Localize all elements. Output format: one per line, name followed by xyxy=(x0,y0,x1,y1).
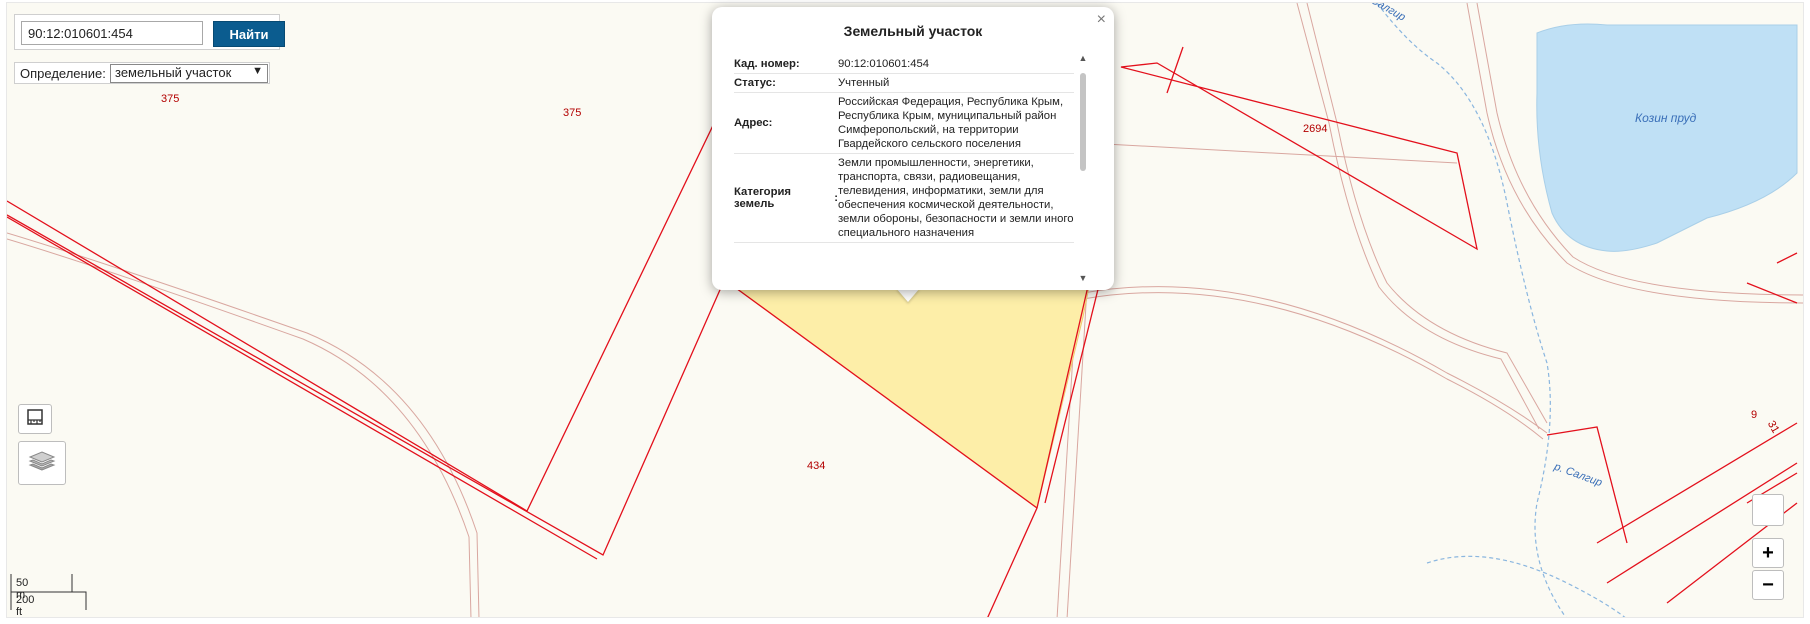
definition-selected-value: земельный участок xyxy=(115,65,232,80)
info-row: Адрес: Российская Федерация, Республика … xyxy=(734,93,1074,154)
info-key: Категория земель: xyxy=(734,186,838,210)
parcel-number-label: 9 xyxy=(1751,409,1758,421)
zoom-out-button[interactable]: − xyxy=(1752,570,1784,600)
cadastral-boundary xyxy=(1546,426,1628,544)
cadastral-boundary xyxy=(7,214,724,556)
road-line xyxy=(1296,3,1540,430)
info-key: Адрес: xyxy=(734,117,773,129)
info-value: Российская Федерация, Республика Крым, Р… xyxy=(838,96,1064,150)
ruler-button[interactable] xyxy=(18,404,52,434)
river-line xyxy=(1426,555,1626,617)
close-icon[interactable]: × xyxy=(1097,11,1106,29)
info-row: Категория земель: Земли промышленности, … xyxy=(734,154,1074,243)
popup-pointer xyxy=(896,288,920,302)
find-button[interactable]: Найти xyxy=(213,21,285,47)
cadastral-boundary xyxy=(1746,282,1798,304)
cadastral-boundary xyxy=(7,112,720,512)
info-key: Кад. номер: xyxy=(734,58,800,70)
popup-content[interactable]: Кад. номер: 90:12:010601:454 Статус: Учт… xyxy=(734,55,1074,277)
info-key: Статус: xyxy=(734,77,776,89)
definition-select[interactable]: земельный участок ▼ xyxy=(110,64,268,83)
cadastral-boundary xyxy=(1120,62,1478,251)
parcel-number-label: 434 xyxy=(807,460,826,472)
parcel-info-popup: Земельный участок × Кад. номер: 90:12:01… xyxy=(712,7,1114,290)
info-row: Кад. номер: 90:12:010601:454 xyxy=(734,55,1074,74)
cadastral-boundary xyxy=(1776,252,1798,264)
layers-button[interactable] xyxy=(18,441,66,485)
pond-shape xyxy=(1536,23,1798,252)
cadastral-search-input[interactable] xyxy=(21,21,203,45)
blank-control-button[interactable] xyxy=(1752,494,1784,526)
scroll-up-icon[interactable]: ▲ xyxy=(1078,53,1088,63)
definition-label: Определение: xyxy=(20,66,106,81)
scroll-down-icon[interactable]: ▼ xyxy=(1078,273,1088,283)
layers-icon xyxy=(27,448,57,479)
pond-label: Козин пруд xyxy=(1635,111,1697,125)
popup-scrollbar[interactable]: ▲ ▼ xyxy=(1078,53,1088,283)
chevron-down-icon: ▼ xyxy=(252,65,263,77)
parcel-number-label: 375 xyxy=(563,107,582,119)
search-panel: Найти xyxy=(14,14,285,50)
road-line xyxy=(7,238,472,617)
road-line xyxy=(7,232,480,617)
zoom-in-button[interactable]: + xyxy=(1752,538,1784,568)
cadastral-boundary xyxy=(7,216,598,560)
info-value: Учтенный xyxy=(838,77,890,89)
info-row: Статус: Учтенный xyxy=(734,74,1074,93)
info-value: Земли промышленности, энергетики, трансп… xyxy=(838,157,1074,239)
road-line xyxy=(1306,3,1548,424)
popup-title: Земельный участок xyxy=(843,23,983,39)
parcel-number-label: 2694 xyxy=(1303,123,1328,135)
info-value: 90:12:010601:454 xyxy=(838,58,930,70)
road-line xyxy=(1082,286,1548,434)
scale-imperial-label: 200 ft xyxy=(16,594,35,618)
definition-panel: Определение: земельный участок ▼ xyxy=(14,62,270,84)
road-line xyxy=(1082,292,1544,440)
scrollbar-thumb[interactable] xyxy=(1080,73,1086,171)
parcel-number-label: 375 xyxy=(161,93,180,105)
ruler-icon xyxy=(26,408,44,431)
